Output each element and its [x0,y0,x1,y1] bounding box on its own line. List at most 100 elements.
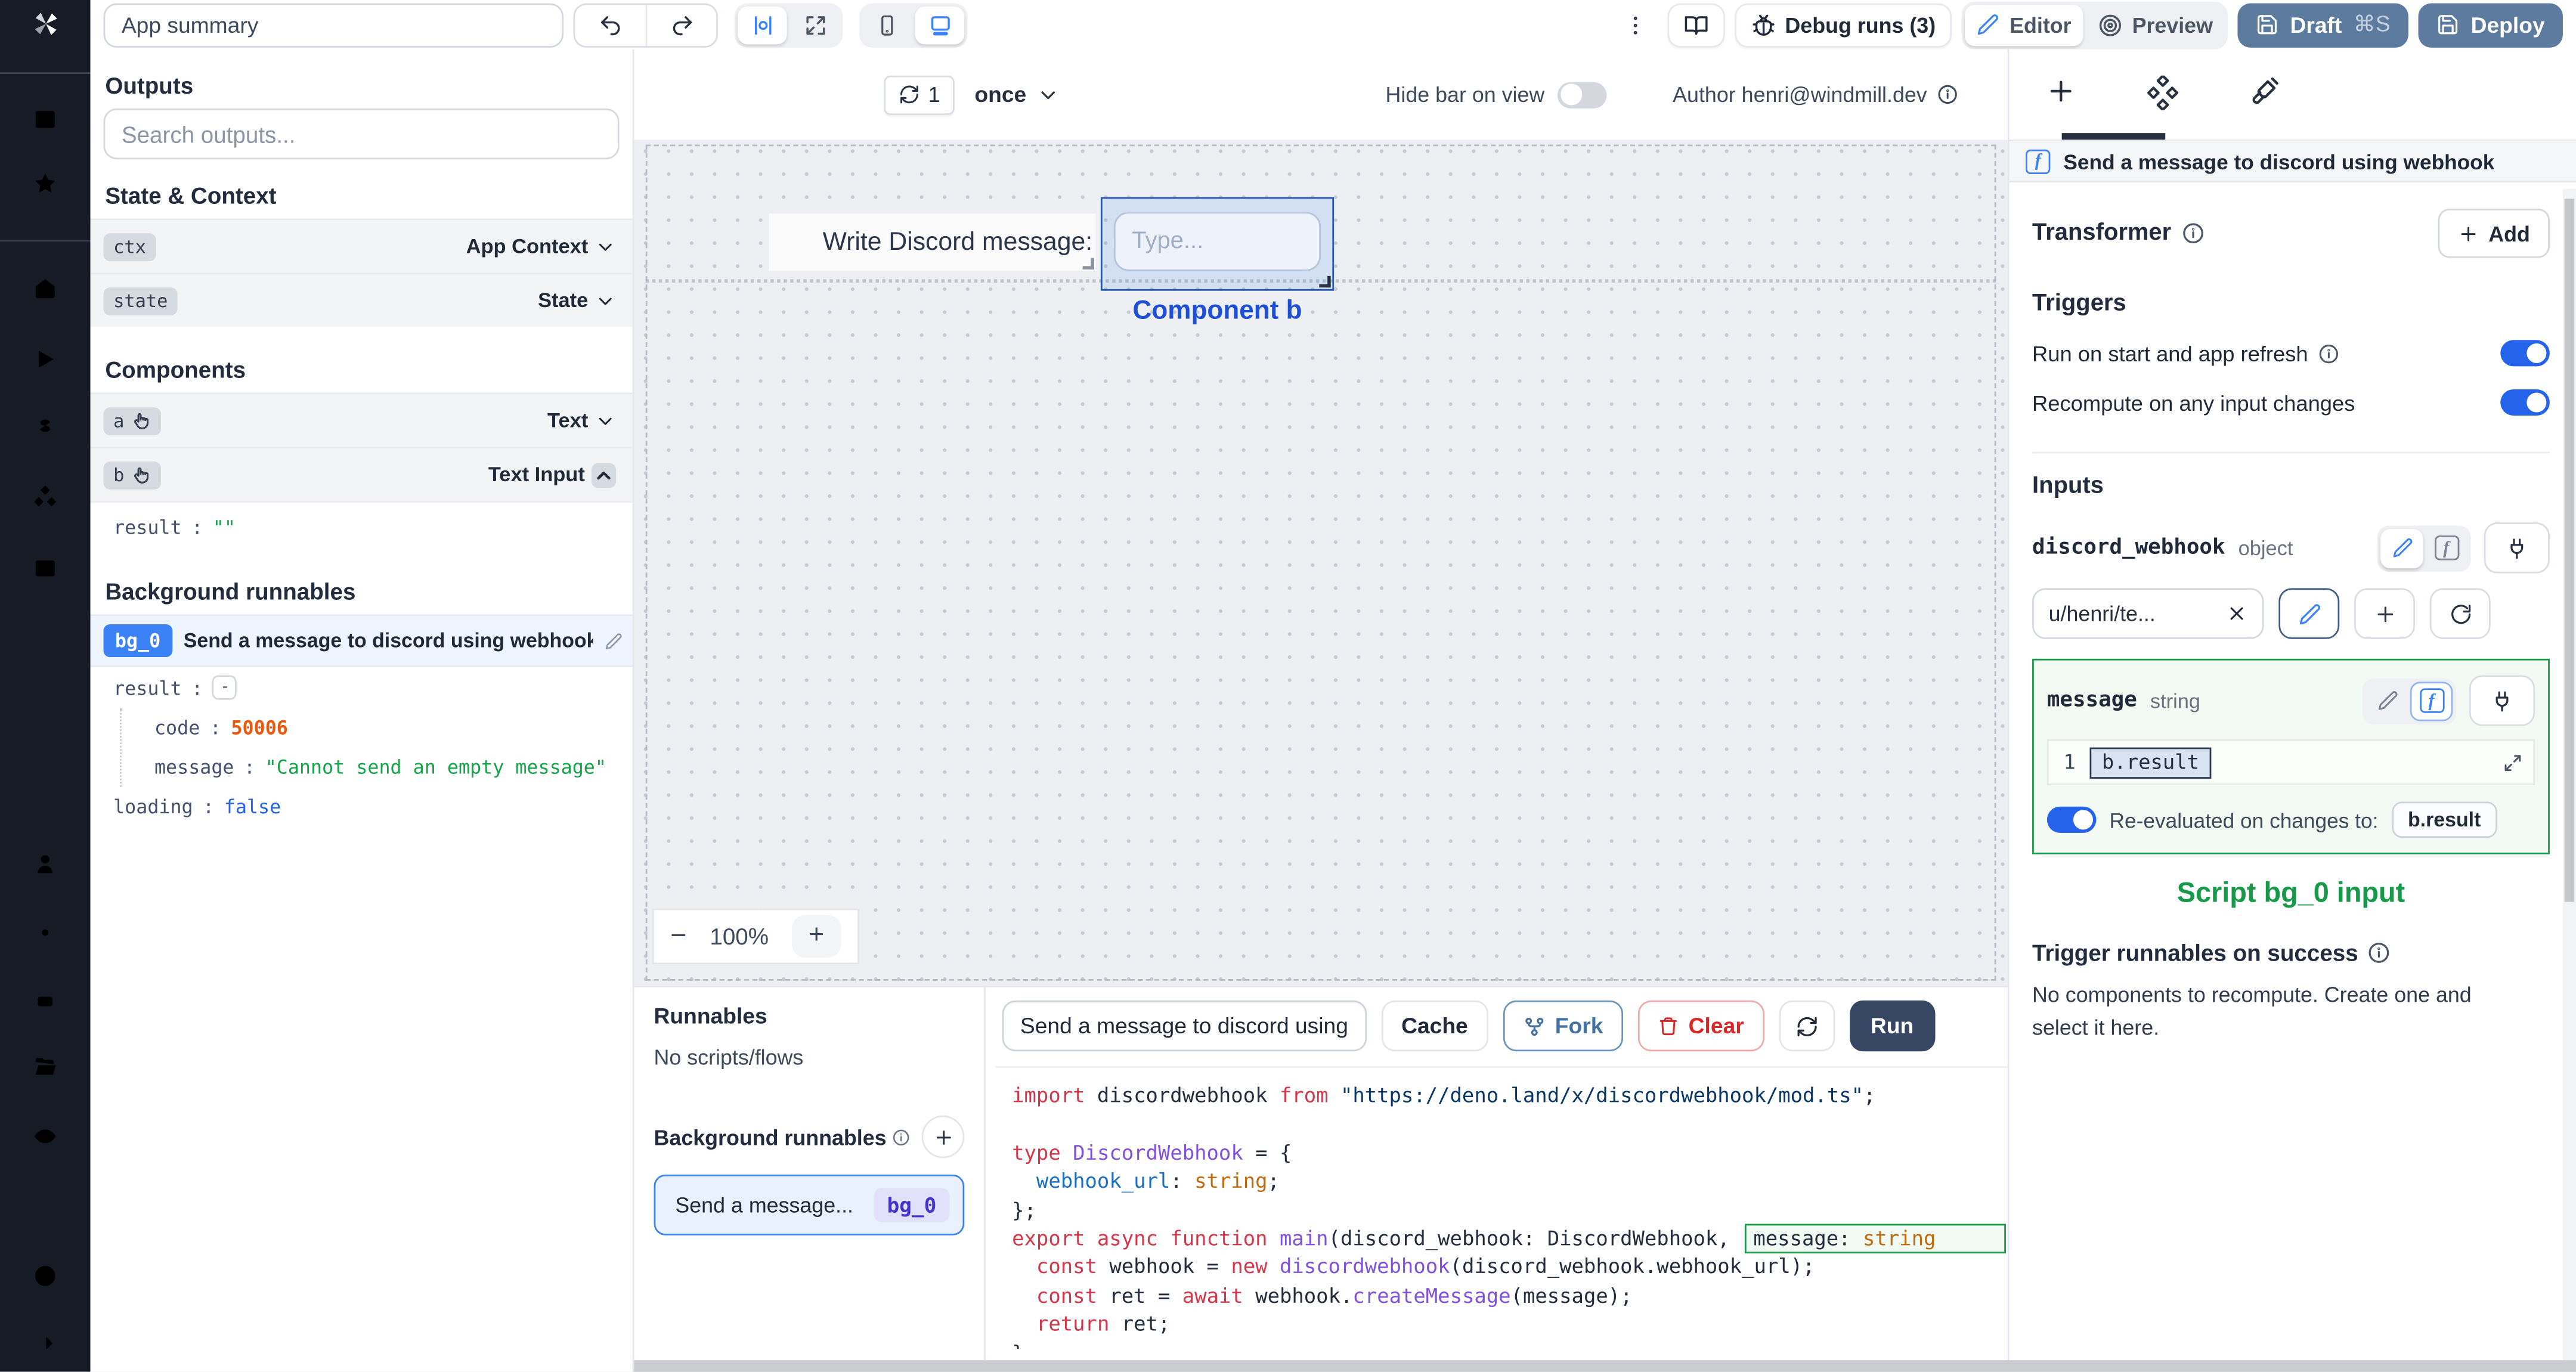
component-a-text[interactable]: Write Discord message: [769,213,1096,271]
run-button[interactable]: Run [1849,1000,1936,1052]
user-icon[interactable] [28,851,63,877]
info-icon[interactable] [1937,84,1958,106]
run-on-start-toggle[interactable] [2500,340,2550,367]
collapse-button[interactable]: - [212,675,238,700]
eval-mode-button[interactable]: f [2410,680,2453,721]
message-expr-editor[interactable]: 1 b.result [2046,739,2535,785]
resources-cubes-icon[interactable] [28,485,63,510]
tab-insert-component[interactable] [2009,76,2111,107]
hide-bar-toggle[interactable] [1558,81,1607,108]
runnable-item-bg0[interactable]: Send a message... bg_0 [654,1174,965,1235]
info-icon[interactable] [2181,222,2205,245]
app-canvas[interactable]: Write Discord message: Type... Component… [634,140,2008,986]
recompute-toggle[interactable] [2500,389,2550,416]
output-row-ctx[interactable]: ctx App Context [90,218,633,273]
interval-select[interactable]: once [974,82,1059,107]
expand-rail-arrow-icon[interactable] [28,1330,63,1355]
reeval-target-chip[interactable]: b.result [2391,801,2497,838]
tab-editor[interactable]: Editor [1965,4,2083,45]
apps-icon[interactable] [28,107,63,132]
kebab-menu-icon[interactable] [1623,13,1647,37]
tab-component-settings[interactable] [2111,75,2213,110]
component-a-type: Text [547,409,589,432]
component-b-selected[interactable]: Type... [1100,197,1335,291]
cache-button[interactable]: Cache [1382,1000,1488,1052]
chevron-down-icon[interactable] [595,236,616,257]
windmill-logo-icon[interactable] [20,8,70,40]
redo-button[interactable] [645,4,716,45]
info-icon[interactable] [2318,342,2339,364]
component-row-b[interactable]: b Text Input [90,447,633,501]
folders-icon[interactable] [28,1055,63,1080]
audit-eye-icon[interactable] [28,1123,63,1148]
zoom-in-button[interactable]: + [791,915,841,958]
undo-button[interactable] [575,4,645,45]
deploy-button[interactable]: Deploy [2418,2,2563,47]
chevron-down-icon[interactable] [595,290,616,311]
home-icon[interactable] [28,277,63,302]
add-transformer-button[interactable]: Add [2437,208,2550,258]
recompute-row: Recompute on any input changes [2032,389,2550,416]
desktop-view-button[interactable] [915,5,965,44]
runs-icon[interactable] [28,346,63,371]
webhook-resource-input[interactable]: u/henri/te... [2032,588,2264,639]
static-mode-button[interactable] [2366,681,2408,720]
script-name-input[interactable]: Send a message to discord using [1002,1000,1367,1052]
search-outputs-input[interactable]: Search outputs... [103,108,620,160]
reeval-toggle[interactable] [2046,806,2097,833]
b-result-row[interactable]: result : "" [90,501,633,552]
fork-button[interactable]: Fork [1502,1000,1623,1052]
reload-resource-button[interactable] [2429,588,2491,639]
right-panel-scrollbar[interactable] [2562,188,2576,1372]
refresh-code-button[interactable] [1778,1000,1835,1052]
fullscreen-button[interactable] [790,6,840,44]
canvas-toolbar: 1 once Hide bar on view Author henri@win… [634,49,2008,140]
resize-handle[interactable] [1082,258,1094,270]
connect-plug-button[interactable] [2469,675,2535,726]
expand-editor-icon[interactable] [2502,751,2524,773]
refresh-count: 1 [928,82,940,107]
draft-button[interactable]: Draft ⌘S [2237,2,2408,47]
billing-dollar-icon[interactable] [28,416,63,441]
chevron-up-icon[interactable] [593,464,615,485]
resize-handle[interactable] [1319,275,1331,288]
hand-pointer-icon [133,467,148,484]
info-icon[interactable] [2368,941,2391,965]
chevron-down-icon[interactable] [595,410,616,431]
workers-robot-icon[interactable] [28,987,63,1012]
settings-gear-icon[interactable] [28,919,63,944]
clear-x-icon[interactable] [2226,603,2247,624]
schedules-calendar-icon[interactable] [28,555,63,580]
add-resource-button[interactable] [2354,588,2416,639]
info-icon[interactable] [891,1128,909,1145]
bg0-message-row[interactable]: message : "Cannot send an empty message" [131,748,632,787]
bg0-output-row[interactable]: bg_0 Send a message to discord using web… [90,614,633,667]
add-runnable-button[interactable] [921,1115,965,1159]
rail-divider [0,72,91,74]
zoom-out-button[interactable]: − [670,920,686,953]
text-input-component[interactable]: Type... [1113,212,1321,271]
horizontal-scrollbar[interactable] [634,1360,2576,1372]
output-row-state[interactable]: state State [90,272,633,327]
app-summary-input[interactable]: App summary [103,2,564,47]
bg0-loading-row[interactable]: loading : false [91,787,633,826]
connect-plug-button[interactable] [2484,522,2550,574]
help-icon[interactable] [28,1263,63,1289]
bg0-code-row[interactable]: code : 50006 [131,708,632,747]
component-outline-icon [754,15,771,34]
edit-pencil-icon[interactable] [605,631,623,649]
component-row-a[interactable]: a Text [90,392,633,447]
refresh-count-button[interactable]: 1 [884,75,955,114]
debug-runs-button[interactable]: Debug runs (3) [1734,2,1952,47]
tab-preview[interactable]: Preview [2086,4,2224,45]
edit-resource-button[interactable] [2278,588,2340,639]
bg0-result-row[interactable]: result : - [91,667,633,708]
static-mode-button[interactable] [2380,528,2423,568]
clear-button[interactable]: Clear [1637,1000,1764,1052]
component-outline-button[interactable] [738,5,787,44]
mobile-view-button[interactable] [862,6,912,44]
tab-styling[interactable] [2213,76,2315,107]
eval-mode-button[interactable]: f [2425,528,2468,568]
favorites-star-icon[interactable] [28,171,63,196]
docs-button[interactable] [1667,2,1724,47]
